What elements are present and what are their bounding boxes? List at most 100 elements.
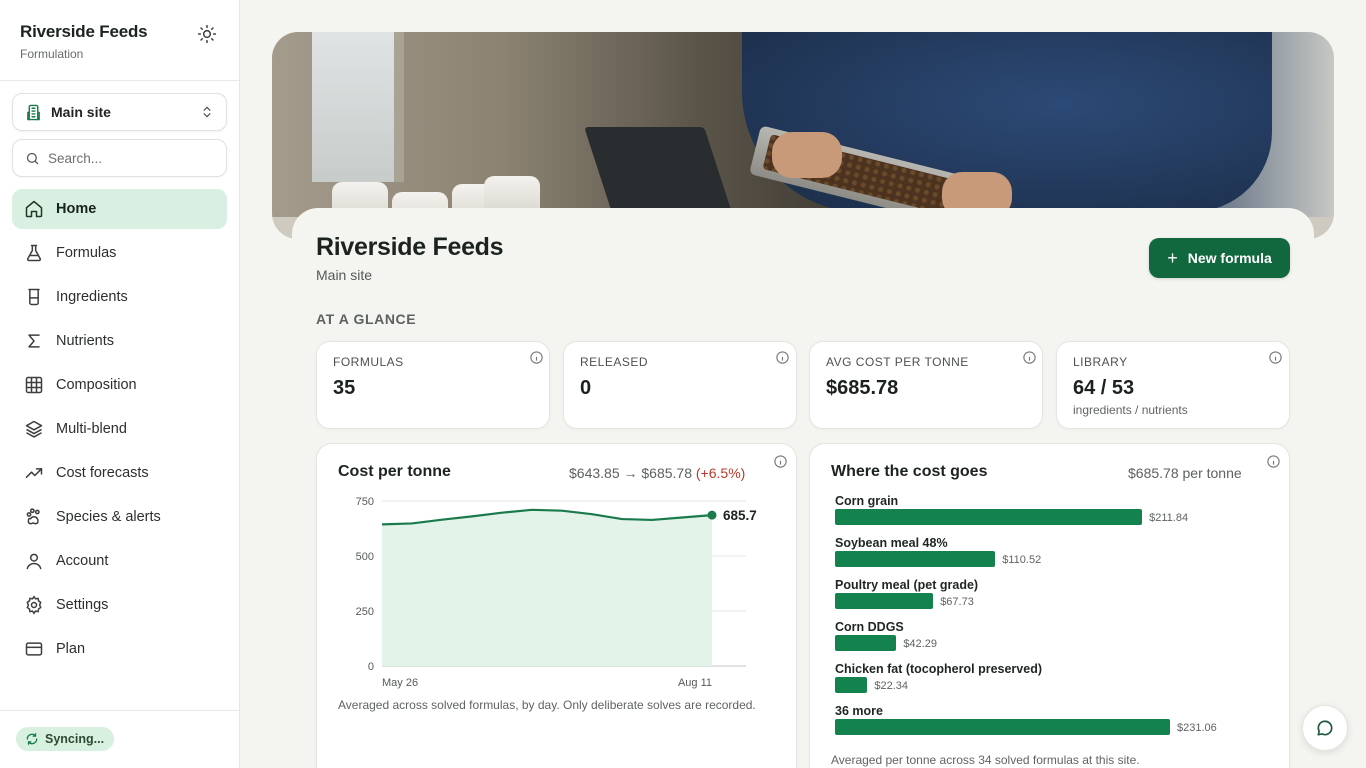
home-icon bbox=[25, 200, 43, 218]
cost-delta: (+6.5%) bbox=[695, 465, 746, 481]
cost-range: $643.85 → $685.78 (+6.5%) bbox=[569, 465, 745, 481]
stat-value: $685.78 bbox=[826, 377, 899, 399]
chart-footnote: Averaged across solved formulas, by day.… bbox=[338, 698, 756, 712]
hero-hand bbox=[772, 132, 842, 178]
beaker-icon bbox=[28, 288, 40, 306]
gear-icon bbox=[26, 595, 42, 615]
last-value-label: 685.7 bbox=[723, 508, 757, 523]
cost-row-label: Corn grain bbox=[835, 494, 899, 508]
card-title: Cost per tonne bbox=[338, 463, 451, 480]
cost-breakdown-card: Where the cost goes $685.78 per tonne Av… bbox=[809, 443, 1290, 768]
cost-value-label: $110.52 bbox=[1002, 554, 1042, 566]
sync-icon bbox=[26, 733, 38, 745]
info-icon[interactable] bbox=[529, 350, 544, 365]
user-icon bbox=[26, 553, 42, 570]
site-select-label: Main site bbox=[51, 104, 111, 120]
breakdown-meta: $685.78 per tonne bbox=[1128, 465, 1242, 481]
sidebar: Riverside Feeds Formulation Main site Ho… bbox=[0, 0, 240, 768]
sidebar-item-cost-forecasts[interactable]: Cost forecasts bbox=[12, 453, 227, 493]
sigma-icon bbox=[28, 334, 40, 348]
card-icon bbox=[25, 642, 43, 656]
chevron-up-down-icon bbox=[203, 106, 211, 118]
chat-bubble-icon bbox=[1317, 720, 1333, 736]
sidebar-item-ingredients[interactable]: Ingredients bbox=[12, 277, 227, 317]
sidebar-item-species-alerts[interactable]: Species & alerts bbox=[12, 497, 227, 537]
sidebar-item-plan[interactable]: Plan bbox=[12, 629, 227, 669]
flask-icon bbox=[26, 244, 42, 262]
sidebar-item-label: Account bbox=[56, 553, 109, 569]
y-tick-label: 0 bbox=[368, 661, 374, 673]
stat-value: 35 bbox=[333, 377, 356, 399]
info-icon[interactable] bbox=[1268, 350, 1283, 365]
chat-button[interactable] bbox=[1302, 705, 1348, 751]
cost-per-tonne-card: Cost per tonne $643.85 → $685.78 (+6.5%)… bbox=[316, 443, 797, 768]
y-tick-label: 500 bbox=[356, 551, 374, 563]
stat-card-library[interactable]: LIBRARY 64 / 53 ingredients / nutrients bbox=[1056, 341, 1290, 429]
cost-bar bbox=[835, 635, 897, 651]
cost-line-chart: 0 250 500 750 685.7 May 26 Aug 11 bbox=[356, 496, 757, 689]
stat-card-formulas[interactable]: FORMULAS 35 bbox=[316, 341, 550, 429]
page-title: Riverside Feeds bbox=[316, 233, 504, 261]
trend-icon bbox=[25, 468, 43, 478]
sidebar-item-formulas[interactable]: Formulas bbox=[12, 233, 227, 273]
x-tick-label: May 26 bbox=[382, 677, 418, 689]
sidebar-divider bbox=[0, 710, 239, 711]
stat-label: AVG COST PER TONNE bbox=[826, 355, 969, 369]
last-point bbox=[707, 510, 717, 520]
info-icon[interactable] bbox=[775, 350, 790, 365]
sidebar-divider bbox=[0, 80, 239, 81]
theme-toggle-button[interactable] bbox=[194, 21, 220, 47]
cost-bar bbox=[835, 677, 868, 693]
sidebar-item-account[interactable]: Account bbox=[12, 541, 227, 581]
cost-row-label: Corn DDGS bbox=[835, 620, 904, 634]
sidebar-item-label: Formulas bbox=[56, 245, 117, 261]
cost-value-label: $22.34 bbox=[874, 680, 909, 692]
sun-icon bbox=[197, 24, 217, 44]
sidebar-item-label: Composition bbox=[56, 377, 137, 393]
chart-footnote: Averaged per tonne across 34 solved form… bbox=[831, 753, 1140, 767]
sidebar-item-home[interactable]: Home bbox=[12, 189, 227, 229]
new-formula-button[interactable]: + New formula bbox=[1149, 238, 1290, 278]
stat-label: FORMULAS bbox=[333, 355, 404, 369]
y-tick-label: 250 bbox=[356, 606, 374, 618]
stat-card-released[interactable]: RELEASED 0 bbox=[563, 341, 797, 429]
sidebar-item-label: Settings bbox=[56, 597, 109, 613]
stat-note: ingredients / nutrients bbox=[1073, 403, 1188, 417]
plus-icon: + bbox=[1167, 248, 1178, 268]
grid-icon bbox=[25, 376, 43, 394]
stat-card-avg-cost[interactable]: AVG COST PER TONNE $685.78 bbox=[809, 341, 1043, 429]
card-title: Where the cost goes bbox=[831, 463, 988, 480]
brand-title: Riverside Feeds bbox=[20, 22, 148, 41]
search-input[interactable] bbox=[48, 150, 208, 166]
x-tick-label: Aug 11 bbox=[678, 677, 712, 689]
building-icon bbox=[27, 104, 40, 120]
search-box bbox=[12, 139, 227, 177]
sidebar-item-label: Multi-blend bbox=[56, 421, 127, 437]
sidebar-item-label: Nutrients bbox=[56, 333, 115, 349]
stat-label: RELEASED bbox=[580, 355, 649, 369]
info-icon[interactable] bbox=[1266, 454, 1281, 469]
info-icon[interactable] bbox=[1022, 350, 1037, 365]
stat-value: 0 bbox=[580, 377, 592, 399]
hero-window bbox=[312, 32, 404, 182]
info-icon[interactable] bbox=[773, 454, 788, 469]
page-subtitle: Main site bbox=[316, 267, 373, 283]
site-select[interactable]: Main site bbox=[12, 93, 227, 131]
sidebar-item-label: Cost forecasts bbox=[56, 465, 149, 481]
sidebar-item-multi-blend[interactable]: Multi-blend bbox=[12, 409, 227, 449]
paw-icon bbox=[26, 508, 40, 525]
search-icon bbox=[26, 152, 39, 164]
cost-row-label: Soybean meal 48% bbox=[835, 536, 948, 550]
sidebar-item-label: Plan bbox=[56, 641, 86, 657]
sync-status-badge: Syncing... bbox=[16, 727, 115, 751]
brand-subtitle: Formulation bbox=[20, 47, 84, 61]
sync-status-label: Syncing... bbox=[45, 732, 105, 746]
sidebar-item-settings[interactable]: Settings bbox=[12, 585, 227, 625]
sidebar-item-nutrients[interactable]: Nutrients bbox=[12, 321, 227, 361]
sidebar-nav: Home Formulas Ingredients Nutrients Comp… bbox=[12, 189, 227, 673]
sidebar-item-label: Ingredients bbox=[56, 289, 128, 305]
sidebar-item-label: Home bbox=[56, 201, 97, 217]
cost-bar bbox=[835, 509, 1143, 525]
sidebar-item-label: Species & alerts bbox=[56, 509, 161, 525]
sidebar-item-composition[interactable]: Composition bbox=[12, 365, 227, 405]
